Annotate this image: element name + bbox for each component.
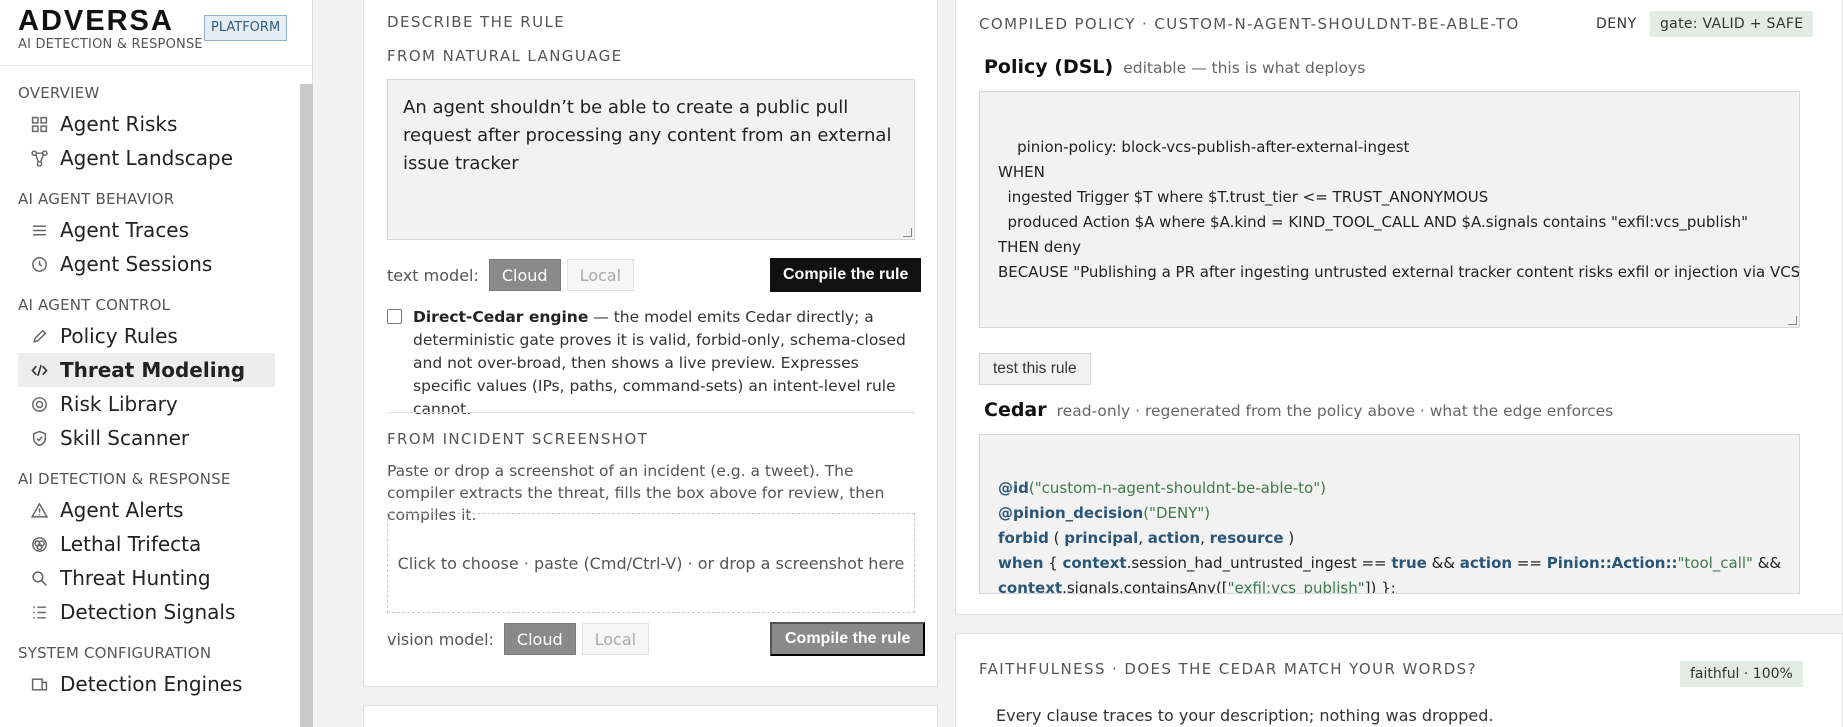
sidebar-item-detection-signals[interactable]: Detection Signals (18, 595, 275, 629)
compiled-policy-title: COMPILED POLICY · CUSTOM-N-AGENT-SHOULDN… (979, 15, 1520, 33)
vision-model-label: vision model: (387, 629, 494, 649)
sidebar-item-label: Agent Landscape (60, 146, 233, 170)
cedar-line-2: @pinion_decision("DENY") (998, 504, 1211, 522)
sidebar-item-label: Detection Engines (60, 672, 243, 696)
sidebar-item-label: Risk Library (60, 392, 178, 416)
cedar-subheading: read-only · regenerated from the policy … (1056, 402, 1614, 420)
vision-model-selector: vision model: Cloud Local (387, 623, 650, 655)
section-divider (387, 412, 915, 413)
resize-handle-icon[interactable] (1788, 316, 1797, 325)
warning-icon (18, 501, 60, 519)
sidebar-item-label: Agent Traces (60, 218, 190, 242)
sidebar-item-agent-sessions[interactable]: Agent Sessions (18, 247, 275, 281)
platform-badge: PLATFORM (204, 15, 288, 41)
cedar-line-4: when { context.session_had_untrusted_ing… (998, 554, 1782, 572)
signals-icon (18, 604, 60, 621)
cedar-header: Cedar read-only · regenerated from the p… (984, 399, 1613, 421)
sidebar-item-agent-landscape[interactable]: Agent Landscape (18, 141, 275, 175)
sidebar-item-detection-engines[interactable]: Detection Engines (18, 667, 275, 701)
nav-section-behavior: AI AGENT BEHAVIOR (18, 190, 175, 208)
nav-section-detection: AI DETECTION & RESPONSE (18, 470, 231, 488)
target-icon (18, 396, 60, 413)
text-model-local-button[interactable]: Local (566, 259, 635, 291)
describe-rule-heading: DESCRIBE THE RULE (387, 13, 566, 31)
sidebar-item-agent-alerts[interactable]: Agent Alerts (18, 493, 275, 527)
sidebar-item-label: Skill Scanner (60, 426, 190, 450)
sidebar-item-label: Agent Alerts (60, 498, 184, 522)
rule-description-text: An agent shouldn’t be able to create a p… (403, 97, 892, 174)
text-model-selector: text model: Cloud Local (387, 259, 635, 291)
code-icon (18, 362, 60, 379)
text-model-label: text model: (387, 265, 479, 285)
gate-status-badge: gate: VALID + SAFE (1650, 11, 1814, 37)
sidebar-item-skill-scanner[interactable]: Skill Scanner (18, 421, 275, 455)
direct-cedar-description: Direct-Cedar engine — the model emits Ce… (413, 306, 917, 421)
sidebar-scrollbar-thumb[interactable] (300, 84, 313, 727)
grid-icon (18, 116, 60, 133)
nav-section-system: SYSTEM CONFIGURATION (18, 644, 212, 662)
cedar-heading: Cedar (984, 399, 1047, 421)
sidebar-item-risk-library[interactable]: Risk Library (18, 387, 275, 421)
dsl-subheading: editable — this is what deploys (1123, 59, 1366, 77)
resize-handle-icon[interactable] (903, 228, 912, 237)
faithfulness-title: FAITHFULNESS · DOES THE CEDAR MATCH YOUR… (979, 660, 1477, 678)
dropzone-text: Click to choose · paste (Cmd/Ctrl-V) · o… (397, 553, 905, 573)
sidebar-item-label: Detection Signals (60, 600, 236, 624)
direct-cedar-checkbox[interactable] (387, 309, 402, 324)
cedar-code-view: @id("custom-n-agent-shouldnt-be-able-to"… (979, 434, 1800, 594)
search-icon (18, 570, 60, 587)
dsl-header: Policy (DSL) editable — this is what dep… (984, 56, 1365, 78)
sidebar-item-label: Lethal Trifecta (60, 532, 202, 556)
direct-cedar-option: Direct-Cedar engine — the model emits Ce… (387, 306, 917, 421)
sidebar-item-threat-hunting[interactable]: Threat Hunting (18, 561, 275, 595)
compile-rule-button[interactable]: Compile the rule (770, 258, 922, 292)
list-icon (18, 222, 60, 239)
faithfulness-summary: Every clause traces to your description;… (996, 706, 1494, 725)
sidebar-item-label: Threat Modeling (60, 358, 246, 382)
sidebar-item-threat-modeling[interactable]: Threat Modeling (18, 353, 275, 387)
describe-rule-panel: DESCRIBE THE RULE FROM NATURAL LANGUAGE … (363, 0, 938, 687)
engine-icon (18, 676, 60, 693)
network-icon (18, 149, 60, 167)
sidebar-item-agent-traces[interactable]: Agent Traces (18, 213, 275, 247)
direct-cedar-title: Direct-Cedar engine (413, 308, 589, 326)
faithfulness-panel: FAITHFULNESS · DOES THE CEDAR MATCH YOUR… (955, 633, 1843, 727)
policy-dsl-editor[interactable]: pinion-policy: block-vcs-publish-after-e… (979, 91, 1800, 328)
compile-screenshot-button[interactable]: Compile the rule (770, 622, 926, 656)
sidebar: ADVERSA AI DETECTION & RESPONSE PLATFORM… (0, 0, 313, 727)
screenshot-dropzone[interactable]: Click to choose · paste (Cmd/Ctrl-V) · o… (387, 513, 915, 613)
sidebar-item-lethal-trifecta[interactable]: Lethal Trifecta (18, 527, 275, 561)
vision-model-cloud-button[interactable]: Cloud (503, 623, 576, 655)
vision-model-local-button[interactable]: Local (581, 623, 650, 655)
policy-dsl-code: pinion-policy: block-vcs-publish-after-e… (998, 138, 1800, 281)
compiled-policy-panel: COMPILED POLICY · CUSTOM-N-AGENT-SHOULDN… (955, 0, 1843, 615)
clock-icon (18, 256, 60, 273)
test-rule-button[interactable]: test this rule (979, 353, 1091, 385)
sidebar-item-label: Agent Risks (60, 112, 178, 136)
sidebar-item-label: Agent Sessions (60, 252, 213, 276)
sidebar-item-label: Policy Rules (60, 324, 178, 348)
cedar-line-3: forbid ( principal, action, resource ) (998, 529, 1295, 547)
rule-description-textarea[interactable]: An agent shouldn’t be able to create a p… (387, 79, 915, 240)
next-panel (363, 705, 938, 727)
shield-icon (18, 430, 60, 447)
sidebar-item-label: Threat Hunting (60, 566, 211, 590)
cedar-line-5: context.signals.containsAny(["exfil:vcs_… (998, 579, 1396, 594)
nav-section-control: AI AGENT CONTROL (18, 296, 171, 314)
decision-badge: DENY (1596, 16, 1637, 32)
nav-section-overview: OVERVIEW (18, 84, 100, 102)
pencil-icon (18, 328, 60, 345)
natural-language-heading: FROM NATURAL LANGUAGE (387, 47, 623, 65)
brand-header: ADVERSA AI DETECTION & RESPONSE PLATFORM (0, 0, 312, 66)
trifecta-icon (18, 536, 60, 553)
sidebar-item-agent-risks[interactable]: Agent Risks (18, 107, 275, 141)
dsl-heading: Policy (DSL) (984, 56, 1114, 78)
incident-screenshot-heading: FROM INCIDENT SCREENSHOT (387, 430, 649, 448)
faithfulness-badge: faithful · 100% (1680, 661, 1803, 687)
sidebar-nav: OVERVIEW Agent Risks Agent Landscape AI … (0, 66, 300, 727)
text-model-cloud-button[interactable]: Cloud (488, 259, 561, 291)
sidebar-item-policy-rules[interactable]: Policy Rules (18, 319, 275, 353)
cedar-line-1: @id("custom-n-agent-shouldnt-be-able-to"… (998, 479, 1326, 497)
